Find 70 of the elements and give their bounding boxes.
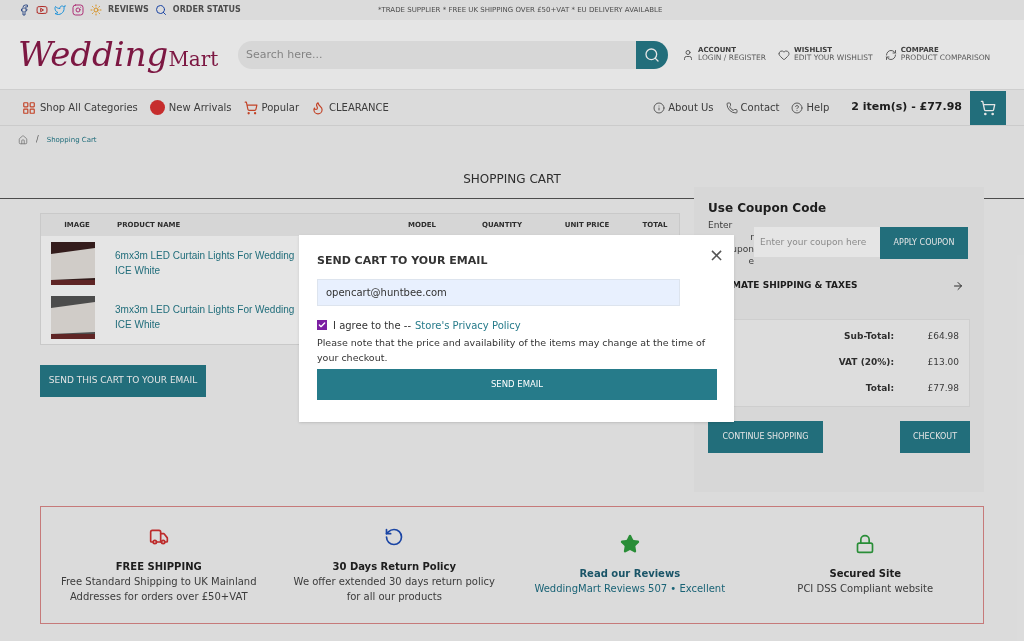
coupon-label: Enter (708, 219, 733, 231)
total-value: £77.98 (926, 381, 960, 395)
coupon-label: r (750, 231, 754, 243)
user-icon[interactable] (682, 48, 694, 61)
checkout-button[interactable]: CHECKOUT (900, 420, 970, 453)
lock-icon (855, 534, 876, 554)
continue-shopping-button[interactable]: CONTINUE SHOPPING (708, 420, 823, 453)
nav-link[interactable]: Help (791, 100, 830, 115)
nav-item[interactable]: Popular (243, 100, 299, 115)
search-icon (644, 46, 660, 63)
feature-title: 30 Days Return Policy (332, 559, 456, 574)
return-icon (384, 526, 405, 547)
agree-label: I agree to the -- (333, 318, 411, 333)
feature-text[interactable]: WeddingMart Reviews 507 • Excellent (524, 581, 735, 596)
email-field[interactable]: opencart@huntbee.com (317, 278, 680, 306)
instagram-icon[interactable] (72, 4, 84, 16)
dialog-title: SEND CART TO YOUR EMAIL (317, 253, 489, 269)
agree-checkbox[interactable] (317, 320, 327, 330)
total-value: £13.00 (926, 355, 960, 369)
coupon-label: e (748, 255, 754, 267)
apply-coupon-button[interactable]: APPLY COUPON (880, 227, 968, 259)
product-name-link[interactable]: 3mx3m LED Curtain Lights For Wedding ICE White (115, 302, 295, 332)
nav-item[interactable]: New Arrivals (149, 100, 232, 115)
feature-text: PCI DSS Compliant website (796, 582, 935, 596)
cart-icon (980, 99, 996, 116)
sun-icon (90, 4, 102, 16)
arrow-icon[interactable] (952, 279, 964, 292)
nav-item[interactable]: CLEARANCE (311, 100, 389, 115)
cart-icon (243, 100, 258, 115)
send-cart-button[interactable]: SEND THIS CART TO YOUR EMAIL (40, 365, 206, 397)
reviews-link[interactable]: REVIEWS (108, 4, 149, 16)
flame-icon (311, 100, 325, 115)
info-icon (653, 101, 666, 114)
coupon-field[interactable]: Enter your coupon here (754, 227, 880, 257)
privacy-policy-link[interactable]: Store's Privacy Policy (415, 317, 521, 333)
refresh-icon[interactable] (884, 48, 897, 61)
search-button[interactable] (636, 40, 668, 69)
close-button[interactable]: × (708, 241, 724, 268)
coupon-title: Use Coupon Code (708, 200, 828, 217)
youtube-icon[interactable] (36, 4, 48, 16)
send-email-button[interactable]: SEND EMAIL (317, 368, 717, 400)
heart-icon[interactable] (778, 48, 790, 61)
total-label: Sub-Total: (843, 329, 894, 343)
total-label: Total: (864, 381, 894, 395)
feature-title: FREE SHIPPING (115, 559, 202, 574)
new-badge-icon (149, 100, 165, 115)
cart-button[interactable] (970, 90, 1006, 125)
feature-text: We offer extended 30 days return policy for all our products (292, 574, 496, 604)
order-status-link[interactable]: ORDER STATUS (172, 4, 241, 16)
feature-title: Secured Site (829, 567, 902, 581)
facebook-icon[interactable] (18, 4, 30, 16)
nav-link[interactable]: Contact (725, 100, 780, 115)
feature-text: Free Standard Shipping to UK Mainland Addresses for orders over £50+VAT (59, 574, 258, 604)
help-icon (791, 101, 804, 114)
total-value: £64.98 (926, 329, 960, 343)
star-icon (619, 534, 640, 554)
search-field[interactable]: Search here... (238, 40, 636, 69)
feature-title: Read our Reviews (579, 567, 681, 581)
cart-total[interactable]: 2 item(s) - £77.98 (851, 99, 962, 116)
grid-icon (22, 100, 36, 115)
page-title: SHOPPING CART (463, 171, 561, 188)
nav-link[interactable]: About Us (653, 100, 714, 115)
product-name-link[interactable]: 6mx3m LED Curtain Lights For Wedding ICE White (115, 248, 295, 278)
total-label: VAT (20%): (837, 355, 894, 369)
search-icon (154, 4, 167, 16)
logo[interactable]: WeddingMart (18, 29, 238, 80)
breadcrumb-separator: / (36, 134, 39, 146)
price-note: Please note that the price and availability of the items may change at the time of your checkout. (317, 335, 707, 365)
nav-item[interactable]: Shop All Categories (22, 100, 138, 115)
phone-icon (725, 101, 738, 114)
